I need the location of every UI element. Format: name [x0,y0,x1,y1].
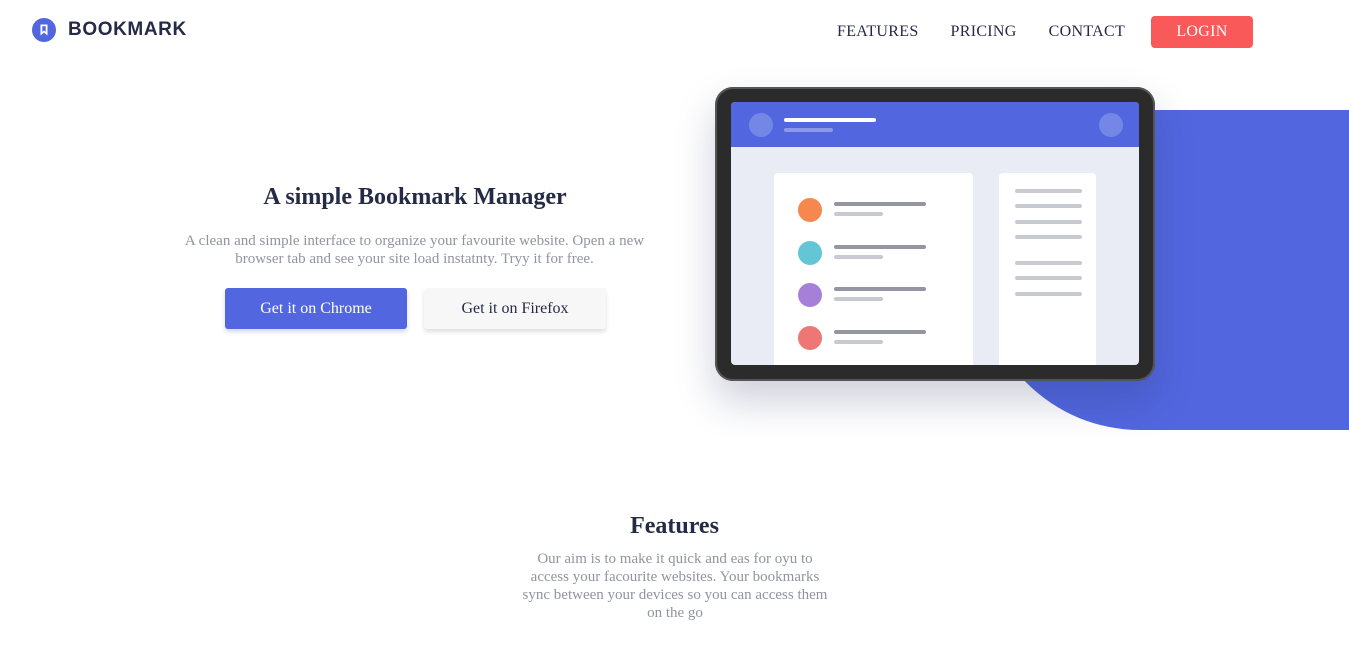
tablet-screen [731,102,1139,365]
red-dot-icon [798,326,822,350]
list-line [834,202,926,206]
screen-subtitle-line [784,128,833,132]
list-subline [834,297,883,301]
main-nav: FEATURES PRICING CONTACT [837,16,1157,48]
list-subline [834,255,883,259]
side-line [1015,220,1082,224]
side-line [1015,261,1082,265]
nav-features[interactable]: FEATURES [837,23,919,41]
teal-dot-icon [798,241,822,265]
tablet-illustration [715,87,1155,381]
nav-pricing[interactable]: PRICING [951,23,1017,41]
screen-title-line [784,118,876,122]
nav-contact[interactable]: CONTACT [1049,23,1125,41]
hero-description: A clean and simple interface to organize… [184,233,645,267]
landing-page: BOOKMARK FEATURES PRICING CONTACT LOGIN … [0,0,1349,651]
side-line [1015,276,1082,280]
list-line [834,287,926,291]
get-chrome-button[interactable]: Get it on Chrome [225,288,407,329]
bookmark-side-card [999,173,1096,365]
screen-avatar-circle [749,113,773,137]
list-line [834,330,926,334]
logo[interactable]: BOOKMARK [32,17,187,43]
purple-dot-icon [798,283,822,307]
get-firefox-button[interactable]: Get it on Firefox [424,288,606,329]
list-line [834,245,926,249]
side-line [1015,204,1082,208]
list-subline [834,212,883,216]
side-line [1015,189,1082,193]
list-subline [834,340,883,344]
bookmark-icon [32,18,56,42]
bookmark-list-card [774,173,973,365]
side-line [1015,235,1082,239]
side-line [1015,292,1082,296]
login-button[interactable]: LOGIN [1151,16,1253,48]
orange-dot-icon [798,198,822,222]
features-title: Features [630,513,719,539]
logo-text: BOOKMARK [68,19,187,40]
hero-title: A simple Bookmark Manager [263,184,567,210]
features-description: Our aim is to make it quick and eas for … [522,551,828,621]
screen-menu-circle [1099,113,1123,137]
screen-header-bar [731,102,1139,147]
